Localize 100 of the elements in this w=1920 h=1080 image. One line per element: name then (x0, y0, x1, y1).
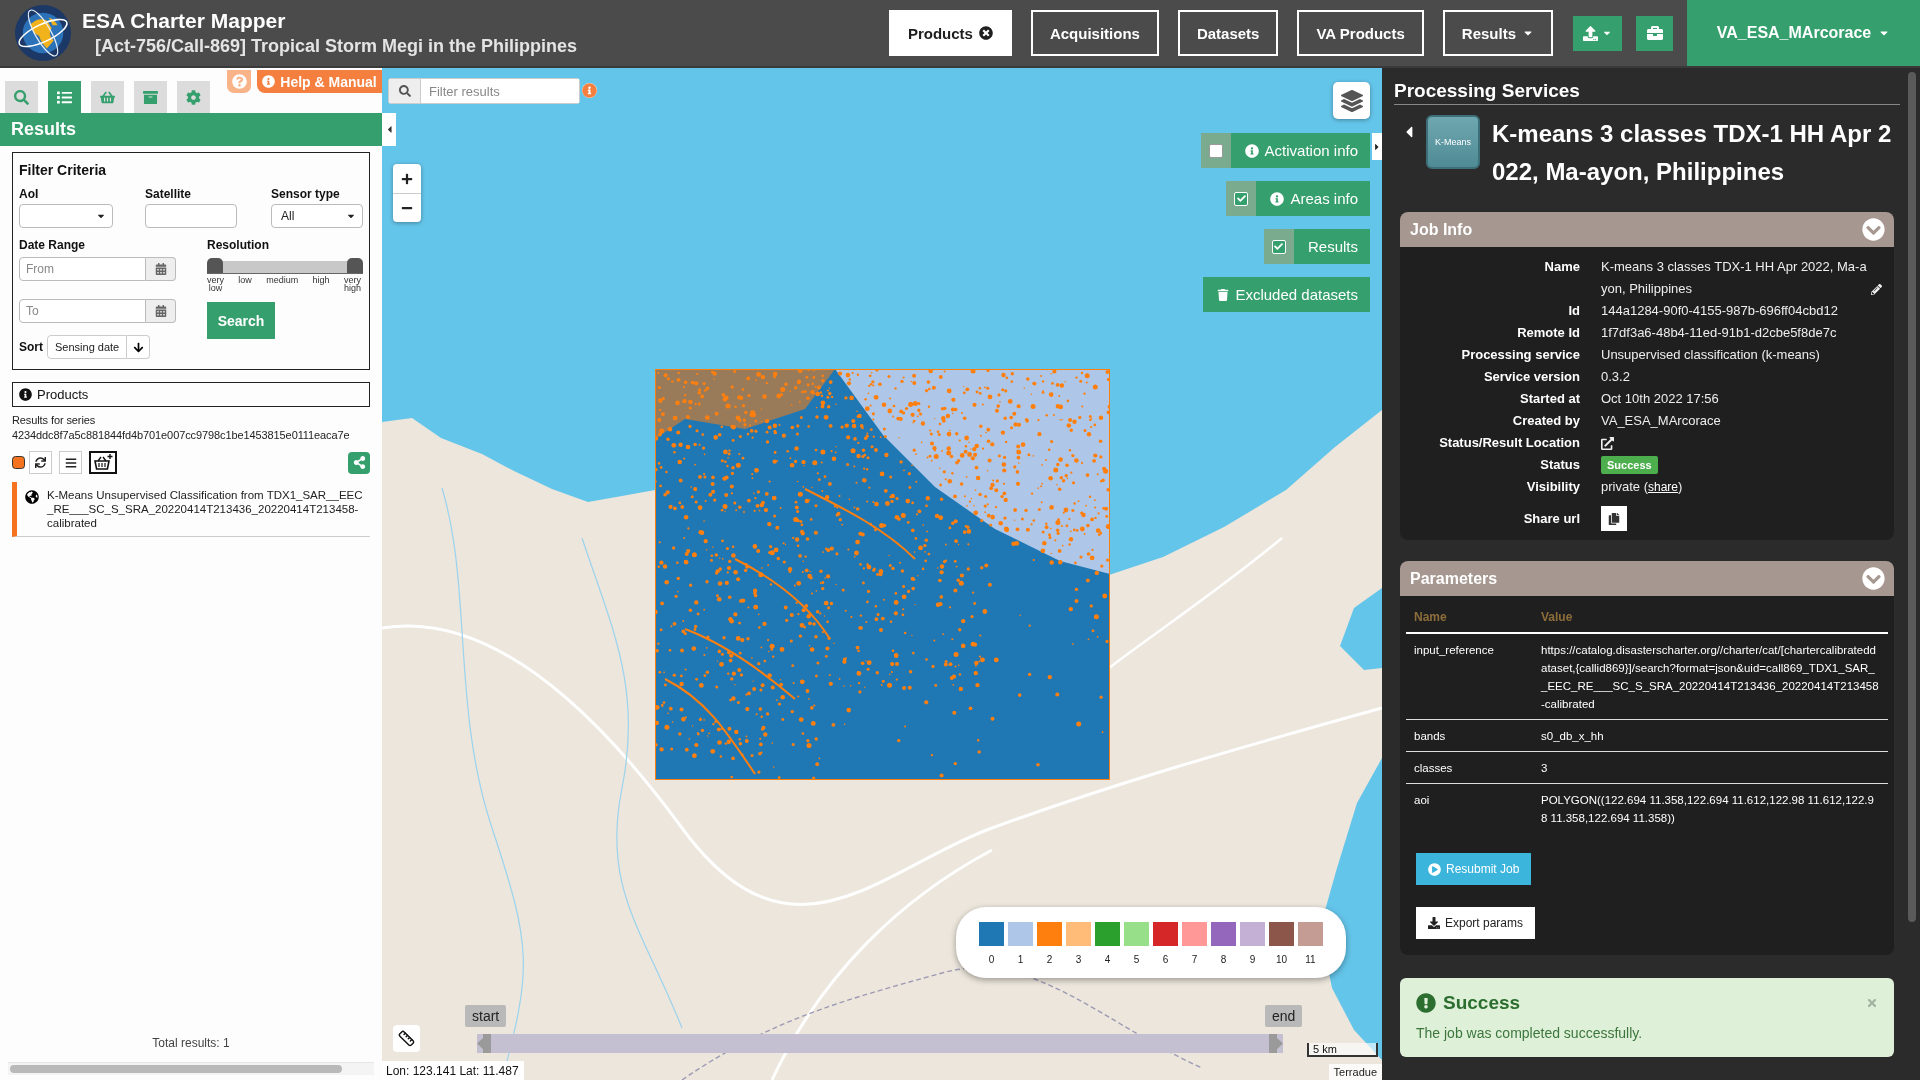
products-title: Products (37, 387, 89, 402)
sensor-type-select[interactable]: All (271, 204, 363, 228)
date-to-field[interactable]: To (19, 299, 146, 323)
slider-thumb[interactable] (347, 258, 363, 273)
nav-tab[interactable]: Acquisitions (1030, 10, 1159, 56)
slider-thumb[interactable] (207, 258, 223, 273)
layer-checkbox[interactable] (1208, 143, 1223, 158)
basket-icon (100, 89, 115, 105)
total-results: Total results: 1 (151, 1036, 231, 1050)
list-button[interactable] (59, 451, 82, 474)
sort-select[interactable]: Sensing date (47, 335, 128, 359)
date-from-field[interactable]: From (19, 257, 146, 281)
download-icon (1428, 917, 1440, 929)
search-icon (14, 89, 29, 105)
external-link-icon[interactable] (1601, 436, 1614, 450)
horizontal-scrollbar[interactable] (8, 1062, 374, 1075)
attribution-text: Terradue (1328, 1064, 1382, 1080)
info-value: 0.3.2 (1601, 368, 1631, 386)
app-title: ESA Charter Mapper (82, 8, 287, 34)
plus-icon (401, 172, 413, 185)
search-field[interactable]: Filter results (388, 78, 580, 104)
timeline-handle[interactable] (1269, 1034, 1283, 1053)
export-button[interactable]: Export params (1416, 907, 1536, 939)
info-label: Created by (1511, 412, 1580, 430)
field-label: Resolution (207, 238, 270, 252)
copy-button[interactable] (1601, 506, 1627, 531)
archive-tab[interactable] (134, 81, 167, 113)
nav-tab[interactable]: Datasets (1177, 10, 1279, 56)
table-cell-text: POLYGON((122.694 11.358,122.694 11.612,122.98 11.612,122.98 11.358,122.694 11.358)) (1540, 793, 1875, 826)
tick-label: very low (207, 276, 224, 292)
add-to-basket-button[interactable] (89, 451, 117, 474)
info-label: Share url (1522, 510, 1580, 528)
briefcase-icon (1646, 25, 1663, 41)
tick-label: very high (343, 276, 361, 292)
close-button[interactable] (1866, 997, 1878, 1009)
question-icon (231, 74, 247, 89)
measure-button[interactable] (393, 1025, 420, 1052)
expand-tab[interactable] (1372, 133, 1382, 160)
share-link[interactable]: share (1647, 480, 1678, 494)
info-label: Service version (1482, 368, 1580, 386)
field-label: AoI (19, 187, 40, 201)
settings-tab[interactable] (177, 81, 210, 113)
info-icon (19, 388, 32, 401)
timeline-end-label: end (1265, 1005, 1303, 1027)
satellite-field[interactable] (145, 204, 237, 228)
collapse-tab[interactable] (382, 113, 396, 146)
pencil-icon[interactable] (1871, 284, 1882, 295)
briefcase-button[interactable] (1636, 15, 1673, 51)
info-value: 144a1284-90f0-4155-987b-696ff04cbd12 (1601, 302, 1839, 320)
exclamation-icon (1416, 993, 1436, 1013)
nav-tab[interactable]: Products (888, 10, 1012, 56)
status-badge: Success (1601, 456, 1658, 474)
share-button[interactable] (348, 451, 370, 474)
field-label: Date Range (19, 238, 87, 252)
sort-direction-button[interactable] (127, 335, 151, 359)
basket-plus-icon (93, 454, 113, 471)
table-cell: 3 (1533, 752, 1888, 784)
visibility-text: private (share) (1601, 478, 1683, 496)
result-item[interactable]: K-Means Unsupervised Classification from TDX1_SAR__EEC_RE___SC_S_SRA_20220414T213436_20220414T213458-calibrated (12, 482, 370, 537)
search-tab[interactable] (5, 81, 38, 113)
checkbox-cell[interactable] (1263, 229, 1294, 264)
info-label: Status/Result Location (1438, 434, 1580, 452)
checkbox-cell[interactable] (1200, 133, 1231, 168)
upload-button[interactable] (1573, 15, 1622, 51)
resolution-slider[interactable] (207, 258, 363, 274)
list-tab[interactable] (48, 81, 81, 113)
legend-label: 5 (1133, 954, 1140, 965)
info-label: Id (1567, 302, 1580, 320)
layers-button[interactable] (1333, 82, 1370, 119)
arrow-down-icon (132, 341, 144, 353)
calendar-button[interactable] (146, 257, 176, 281)
legend-label: 1 (1017, 954, 1024, 965)
calendar-button[interactable] (146, 299, 176, 323)
timeline-start-label: start (465, 1005, 507, 1027)
nav-tab[interactable]: VA Products (1297, 10, 1424, 56)
aoi-select[interactable] (19, 204, 113, 228)
chevron-down-icon[interactable] (1862, 218, 1885, 241)
nav-tab[interactable]: Results (1442, 10, 1553, 56)
timeline-track[interactable] (477, 1034, 1283, 1053)
result-title: K-Means Unsupervised Classification from TDX1_SAR__EEC_RE___SC_S_SRA_20220414T213436_20220414T213458-calibrated (47, 488, 364, 530)
card-title: Job Info (1410, 220, 1473, 239)
upload-icon (1583, 25, 1598, 41)
info-label: Status (1539, 456, 1580, 474)
layers-icon (1340, 89, 1363, 112)
sort-label: Sort (19, 340, 43, 354)
chevron-down-icon[interactable] (1862, 567, 1885, 590)
vertical-scrollbar[interactable] (1908, 72, 1916, 922)
legend-label: 9 (1249, 954, 1256, 965)
field-label: Satellite (145, 187, 193, 201)
legend-label: 4 (1104, 954, 1111, 965)
help-button[interactable] (227, 70, 251, 93)
filter-title: Filter Criteria (19, 162, 108, 178)
timeline-handle[interactable] (477, 1034, 491, 1053)
checkbox-cell[interactable] (1226, 181, 1257, 216)
refresh-button[interactable] (29, 451, 52, 474)
color-swatch-icon (12, 456, 25, 469)
play-icon (1428, 862, 1441, 876)
table-cell-text: aoi (1413, 793, 1431, 808)
ruler-icon (398, 1030, 415, 1047)
basket-tab[interactable] (91, 81, 124, 113)
